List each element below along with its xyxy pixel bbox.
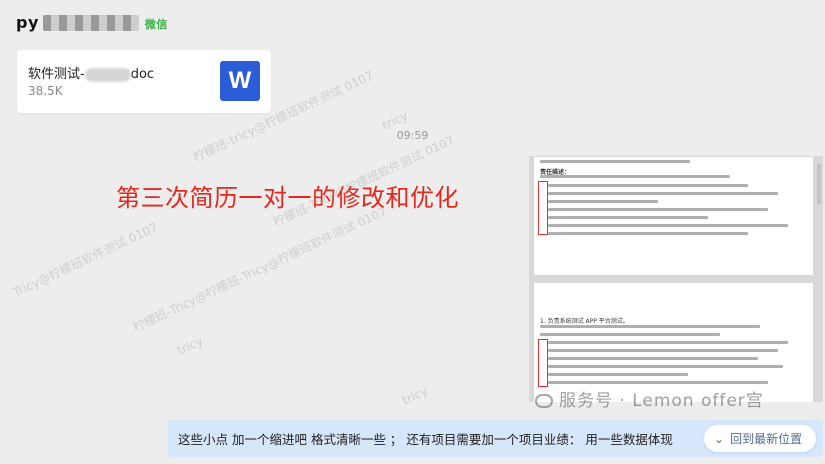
file-name-prefix: 软件测试-	[28, 67, 85, 82]
image-caption: 第三次简历一对一的修改和优化	[116, 184, 459, 212]
word-icon: W	[220, 61, 260, 101]
chat-title-prefix: py	[16, 12, 39, 32]
redacted-file-part	[84, 67, 131, 82]
chat-header: py 微信	[0, 0, 825, 44]
message-timestamp: 09:59	[396, 129, 429, 142]
chat-title[interactable]: py 微信	[16, 13, 168, 32]
watermark: tricy	[400, 383, 431, 408]
file-message-card[interactable]: 软件测试-doc 38.5K W	[17, 50, 271, 113]
brand-watermark: 服务号 · Lemon offer宫	[535, 386, 764, 411]
watermark: 柠檬班-Tricy@柠檬班-Tricy@柠檬班软件测试 0107	[130, 204, 389, 335]
file-name-suffix: doc	[130, 67, 155, 82]
wechat-icon	[535, 394, 553, 408]
file-name: 软件测试-doc	[28, 63, 154, 82]
document-page-1: 责任描述：	[534, 157, 813, 275]
chevron-down-icon: ⌄	[714, 431, 725, 446]
document-preview-image[interactable]: 责任描述： 1. 负责系统测试 APP 平台测试。	[529, 156, 823, 402]
watermark: Tricy@柠檬班软件测试 0107	[10, 220, 160, 300]
chat-title-tag: 微信	[144, 17, 168, 31]
annotation-box	[538, 339, 548, 387]
document-page-2: 1. 负责系统测试 APP 平台测试。	[534, 283, 813, 402]
message-text: 这些小点 加一个缩进吧 格式清晰一些 ； 还有项目需要加一个项目业绩： 用一些数…	[178, 432, 673, 447]
file-size: 38.5K	[28, 84, 63, 98]
back-to-latest-button[interactable]: ⌄ 回到最新位置	[704, 425, 816, 452]
redacted-name	[42, 15, 139, 31]
doc-page2-heading: 1. 负责系统测试 APP 平台测试。	[540, 318, 629, 325]
scrollbar[interactable]	[817, 164, 821, 204]
back-to-latest-label: 回到最新位置	[730, 432, 803, 446]
annotation-box	[538, 181, 548, 235]
brand-watermark-text: 服务号 · Lemon offer宫	[559, 391, 764, 411]
watermark: tricy	[175, 333, 206, 358]
